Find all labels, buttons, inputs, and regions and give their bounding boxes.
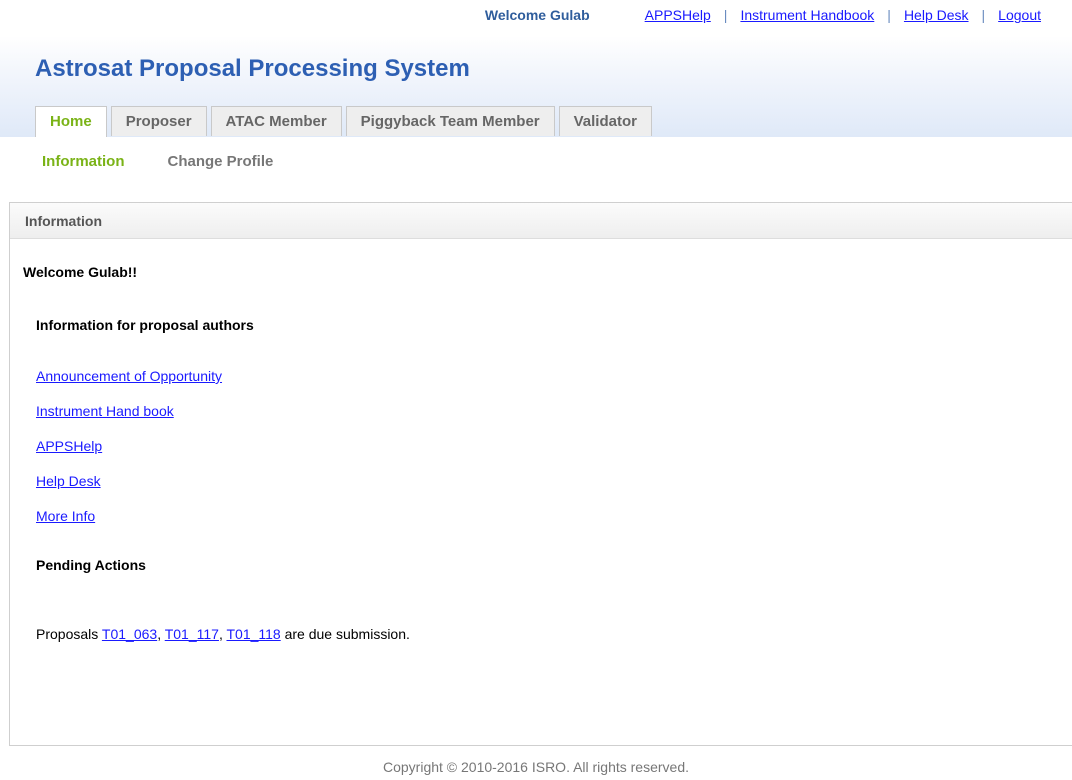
instrument-handbook-panel-link[interactable]: Instrument Hand book: [36, 403, 174, 419]
tab-atac-member[interactable]: ATAC Member: [210, 106, 342, 136]
more-info-link[interactable]: More Info: [36, 508, 95, 524]
announcement-link[interactable]: Announcement of Opportunity: [36, 368, 222, 384]
appshelp-panel-link[interactable]: APPSHelp: [36, 438, 102, 454]
proposal-link[interactable]: T01_118: [226, 626, 280, 642]
welcome-message: Welcome Gulab!!: [23, 264, 138, 280]
help-desk-panel-link[interactable]: Help Desk: [36, 473, 101, 489]
top-bar: Welcome Gulab APPSHelp | Instrument Hand…: [485, 7, 1041, 23]
proposal-link[interactable]: T01_063: [102, 626, 157, 642]
proposal-link[interactable]: T01_117: [165, 626, 219, 642]
app-title: Astrosat Proposal Processing System: [35, 55, 470, 82]
logout-link[interactable]: Logout: [998, 7, 1041, 23]
separator: |: [981, 7, 986, 23]
tab-proposer[interactable]: Proposer: [110, 106, 207, 136]
subnav-information[interactable]: Information: [42, 153, 125, 170]
separator: |: [887, 7, 891, 23]
help-desk-link[interactable]: Help Desk: [904, 7, 969, 23]
footer-copyright: Copyright © 2010-2016 ISRO. All rights r…: [382, 759, 690, 775]
separator: |: [723, 7, 728, 23]
panel-header: Information: [10, 203, 1072, 239]
tab-home[interactable]: Home: [35, 106, 107, 137]
information-panel: Information Welcome Gulab!! Information …: [9, 202, 1072, 746]
sub-navigation: Information Change Profile: [42, 153, 316, 170]
appshelp-link[interactable]: APPSHelp: [645, 7, 711, 23]
main-tabs: Home Proposer ATAC Member Piggyback Team…: [35, 106, 656, 137]
pending-suffix: are due submission.: [284, 626, 410, 642]
instrument-handbook-link[interactable]: Instrument Handbook: [740, 7, 874, 23]
comma: ,: [157, 626, 165, 642]
tab-validator[interactable]: Validator: [558, 106, 652, 136]
pending-prefix: Proposals: [36, 626, 99, 642]
info-heading: Information for proposal authors: [36, 317, 254, 333]
welcome-user: Welcome Gulab: [484, 7, 590, 23]
pending-actions-heading: Pending Actions: [36, 557, 146, 573]
tab-piggyback-team-member[interactable]: Piggyback Team Member: [345, 106, 555, 136]
subnav-change-profile[interactable]: Change Profile: [168, 153, 274, 170]
pending-proposals: Proposals T01_063, T01_117, T01_118 are …: [36, 626, 410, 642]
